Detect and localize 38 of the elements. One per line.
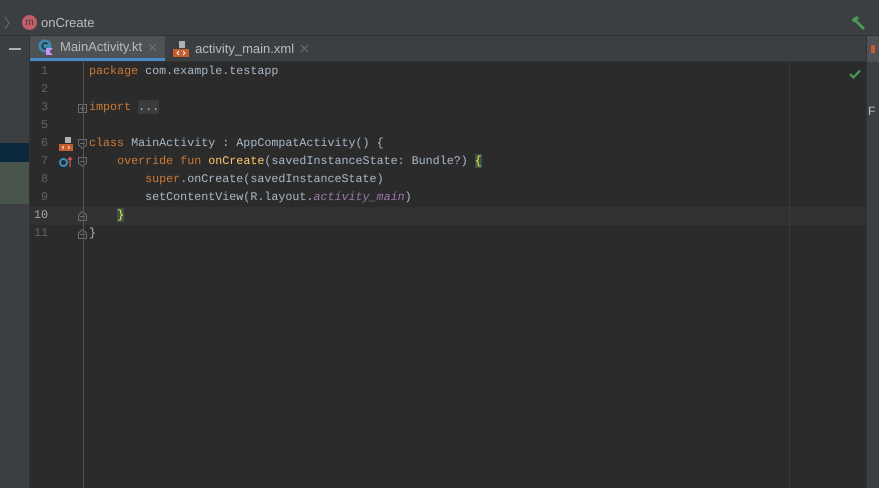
fold-collapse-icon[interactable] (78, 157, 87, 167)
kotlin-class-icon (38, 39, 54, 55)
line-number: 3 (40, 99, 48, 116)
code-line: super.onCreate(savedInstanceState) (144, 171, 384, 188)
code-line: override fun onCreate(savedInstanceState: Bundle?) { (116, 153, 482, 170)
line-number: 10 (32, 207, 48, 224)
checkmark-icon (849, 69, 861, 79)
code-line: } (89, 225, 96, 242)
line-number: 8 (40, 171, 48, 188)
fold-expand-icon[interactable] (78, 104, 87, 112)
fold-collapse-icon[interactable] (78, 139, 87, 149)
code-line: setContentView(R.layout.activity_main) (144, 189, 412, 206)
code-line: import ... (89, 99, 160, 116)
panel-marker (871, 45, 875, 53)
method-badge: m (22, 15, 37, 30)
chevron-icon (4, 16, 10, 30)
line-number: 2 (40, 81, 48, 98)
xml-file-icon (173, 40, 190, 56)
line-number: 7 (40, 153, 48, 170)
line-number: 1 (40, 63, 48, 80)
line-number: 5 (40, 117, 48, 134)
line-number: 6 (40, 135, 48, 152)
close-icon[interactable] (300, 44, 310, 53)
fold-end-icon[interactable] (78, 211, 87, 221)
minimize-icon[interactable] (8, 48, 20, 50)
breadcrumb-method[interactable]: onCreate (41, 12, 94, 32)
editor-tab[interactable]: activity_main.xml (165, 36, 318, 61)
code-line: class MainActivity : AppCompatActivity() { (89, 135, 384, 152)
override-icon[interactable] (58, 156, 72, 168)
panel-label[interactable]: F (867, 102, 879, 120)
editor-tab[interactable]: MainActivity.kt (30, 36, 166, 61)
line-number: 9 (40, 189, 48, 206)
layout-file-icon[interactable] (58, 137, 72, 151)
fold-end-icon[interactable] (78, 229, 87, 239)
close-icon[interactable] (148, 42, 158, 52)
hammer-icon[interactable] (851, 14, 867, 30)
line-number: 11 (32, 225, 48, 242)
code-line: package com.example.testapp (89, 63, 278, 80)
